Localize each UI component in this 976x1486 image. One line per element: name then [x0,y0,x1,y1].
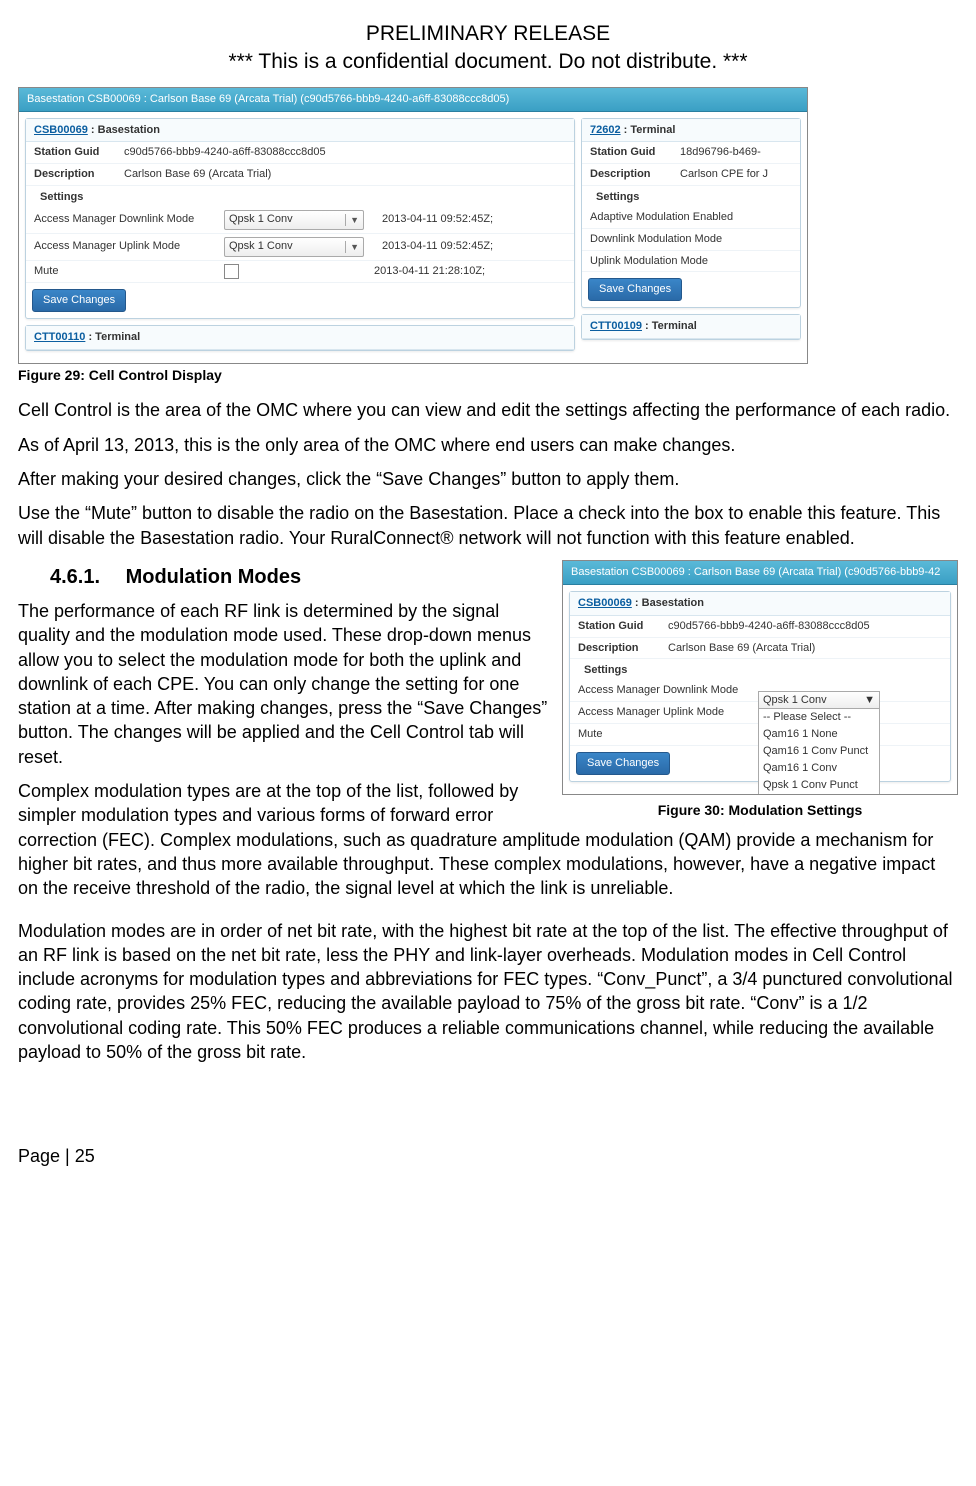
section-title: Modulation Modes [126,566,302,588]
mute-label: Mute [34,264,224,279]
desc-label: Description [34,167,124,182]
device-type: Terminal [630,124,675,136]
downlink-mode-label: Access Manager Downlink Mode [578,683,758,698]
chevron-down-icon: ▼ [345,214,359,226]
paragraph: After making your desired changes, click… [18,467,958,491]
save-button[interactable]: Save Changes [576,752,670,775]
guid-value: c90d5766-bbb9-4240-a6ff-83088ccc8d05 [124,145,566,160]
page-header-2: *** This is a confidential document. Do … [18,48,958,76]
desc-value: Carlson Base 69 (Arcata Trial) [124,167,566,182]
uplink-mode-value: Qpsk 1 Conv [229,239,293,254]
terminal-link[interactable]: 72602 [590,124,621,136]
section-number: 4.6.1. [50,564,120,591]
desc-label: Description [578,641,668,656]
select-option[interactable]: Qpsk 1 Conv [759,794,879,795]
page-footer: Page | 25 [18,1144,958,1168]
terminal-card-head: 72602 : Terminal [582,119,800,143]
figure-29-caption: Figure 29: Cell Control Display [18,366,958,385]
paragraph: Use the “Mute” button to disable the rad… [18,501,958,550]
mute-timestamp: 2013-04-11 21:28:10Z; [374,264,524,279]
settings-heading: Settings [582,186,800,207]
device-type: Terminal [652,320,697,332]
device-type: Terminal [95,331,140,343]
adaptive-mod-label: Adaptive Modulation Enabled [590,210,780,225]
basestation-link[interactable]: CSB00069 [34,124,88,136]
mute-checkbox[interactable] [224,264,239,279]
downlink-mode-select[interactable]: Qpsk 1 Conv ▼ [224,210,364,230]
page-header-1: PRELIMINARY RELEASE [18,20,958,48]
select-option[interactable]: Qpsk 1 Conv Punct [759,777,879,794]
guid-value: 18d96796-b469- [680,145,792,160]
desc-label: Description [590,167,680,182]
window-titlebar: Basestation CSB00069 : Carlson Base 69 (… [563,561,957,585]
terminal-card-head: CTT00109 : Terminal [582,315,800,339]
mute-label: Mute [578,727,758,742]
figure-30-screenshot: Basestation CSB00069 : Carlson Base 69 (… [562,560,958,795]
paragraph: Cell Control is the area of the OMC wher… [18,398,958,422]
guid-value: c90d5766-bbb9-4240-a6ff-83088ccc8d05 [668,619,942,634]
save-button[interactable]: Save Changes [588,278,682,301]
settings-heading: Settings [26,186,574,207]
downlink-mod-label: Downlink Modulation Mode [590,232,780,247]
downlink-mode-label: Access Manager Downlink Mode [34,212,224,227]
select-option[interactable]: Qam16 1 Conv [759,760,879,777]
downlink-mode-select-open[interactable]: Qpsk 1 Conv ▼ -- Please Select --Qam16 1… [758,691,880,795]
save-button[interactable]: Save Changes [32,289,126,312]
settings-heading: Settings [570,659,950,680]
figure-30-caption: Figure 30: Modulation Settings [562,801,958,820]
basestation-card-head: CSB00069 : Basestation [570,592,950,616]
guid-label: Station Guid [590,145,680,160]
window-titlebar: Basestation CSB00069 : Carlson Base 69 (… [19,88,807,112]
device-type: Basestation [98,124,160,136]
chevron-down-icon: ▼ [864,693,875,708]
terminal-card-head: CTT00110 : Terminal [26,326,574,350]
desc-value: Carlson Base 69 (Arcata Trial) [668,641,942,656]
terminal-link[interactable]: CTT00109 [590,320,642,332]
uplink-mode-label: Access Manager Uplink Mode [34,239,224,254]
guid-label: Station Guid [578,619,668,634]
paragraph: As of April 13, 2013, this is the only a… [18,433,958,457]
select-current-value: Qpsk 1 Conv [763,693,827,708]
select-option[interactable]: -- Please Select -- [759,709,879,726]
downlink-mode-value: Qpsk 1 Conv [229,212,293,227]
basestation-link[interactable]: CSB00069 [578,597,632,609]
uplink-mode-label: Access Manager Uplink Mode [578,705,758,720]
desc-value: Carlson CPE for J [680,167,792,182]
uplink-timestamp: 2013-04-11 09:52:45Z; [382,239,532,254]
paragraph: Modulation modes are in order of net bit… [18,919,958,1065]
guid-label: Station Guid [34,145,124,160]
terminal-link[interactable]: CTT00110 [34,331,85,343]
uplink-mode-select[interactable]: Qpsk 1 Conv ▼ [224,237,364,257]
downlink-timestamp: 2013-04-11 09:52:45Z; [382,212,532,227]
uplink-mod-label: Uplink Modulation Mode [590,254,780,269]
basestation-card-head: CSB00069 : Basestation [26,119,574,143]
chevron-down-icon: ▼ [345,241,359,253]
select-option[interactable]: Qam16 1 Conv Punct [759,743,879,760]
device-type: Basestation [642,597,704,609]
figure-29-screenshot: Basestation CSB00069 : Carlson Base 69 (… [18,87,808,364]
select-option[interactable]: Qam16 1 None [759,726,879,743]
